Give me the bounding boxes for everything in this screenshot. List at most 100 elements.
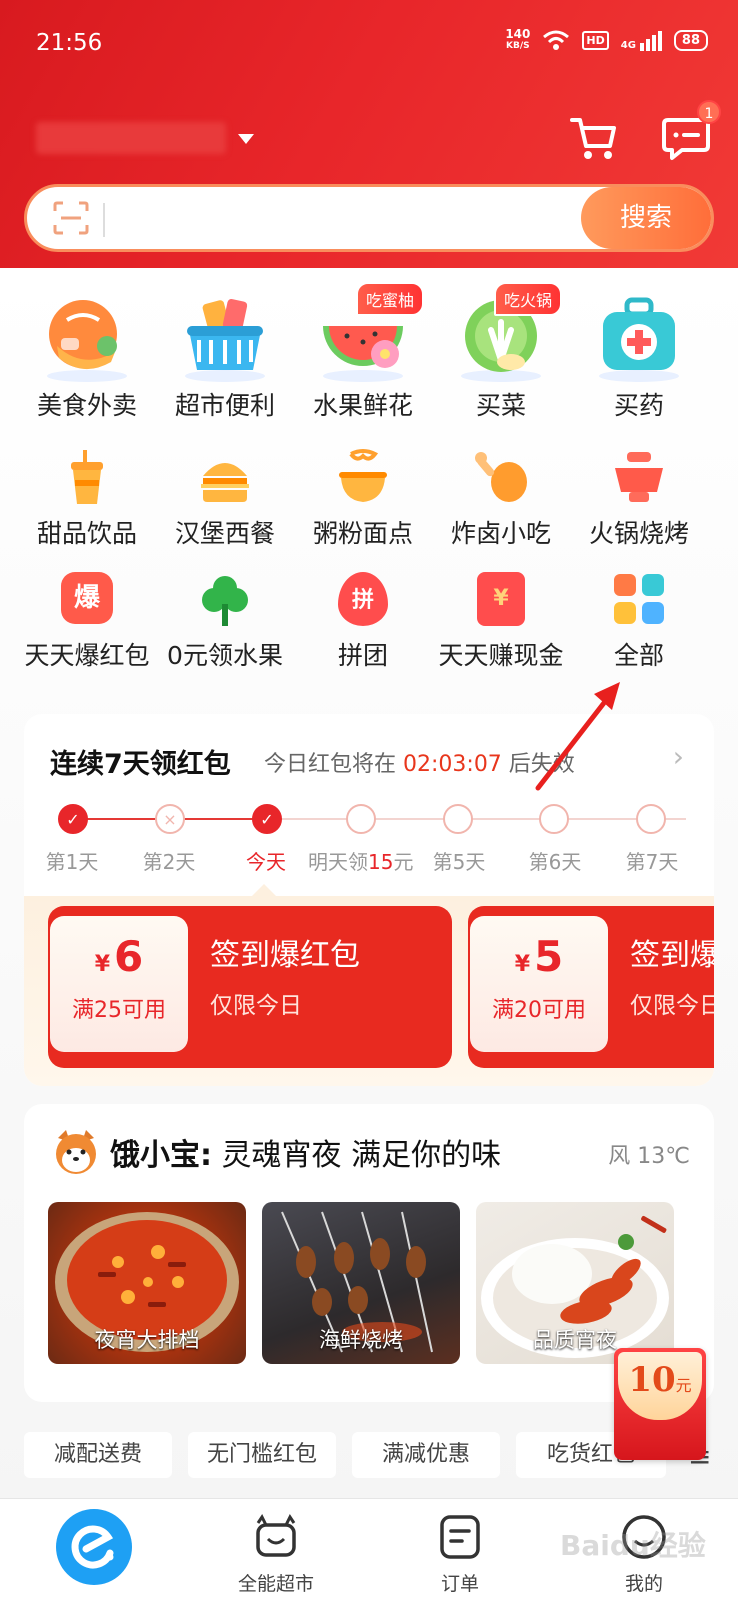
category-label: 0元领水果 [167, 641, 283, 670]
category-fried-snacks[interactable]: 炸卤小吃 [432, 448, 570, 550]
eleme-logo-icon [71, 1525, 114, 1569]
coupon-name: 签到爆红包 [210, 938, 360, 973]
category-label: 粥粉面点 [312, 519, 413, 548]
check-icon: ✓ [58, 804, 88, 834]
promo-tag: 吃蜜柚 [356, 282, 425, 316]
day-label: 第2天 [142, 850, 196, 874]
category-noodles[interactable]: 粥粉面点 [294, 448, 432, 550]
pointer-caret [252, 884, 276, 896]
category-label: 天天赚现金 [438, 641, 564, 670]
filter-chip[interactable]: 无门槛红包 [188, 1432, 336, 1478]
medicine-box-icon [599, 297, 679, 382]
watermark: Baidu经验 [560, 1529, 706, 1562]
tree-icon [202, 576, 248, 626]
hd-icon: HD [582, 30, 609, 50]
category-label: 拼团 [337, 641, 388, 670]
photo-label: 夜宵大排档 [94, 1328, 200, 1352]
check-icon: ✓ [252, 804, 282, 834]
search-divider [103, 203, 105, 237]
category-label: 汉堡西餐 [174, 519, 275, 548]
photo-tile[interactable]: 品质宵夜 [476, 1202, 674, 1364]
signal-icon: 4G [621, 29, 662, 51]
tab-supermarket[interactable]: 全能超市 [184, 1499, 368, 1600]
day-circle [539, 804, 569, 834]
group-buy-flame-icon: 拼 [338, 572, 388, 626]
coupon-value-panel: ¥5 满20可用 [470, 916, 608, 1052]
category-food-delivery[interactable]: 美食外卖 [18, 290, 156, 422]
coupon-condition: 满25可用 [72, 998, 166, 1023]
search-bar[interactable]: 搜索 [24, 184, 714, 252]
category-label: 买菜 [475, 391, 526, 420]
net-speed: 140 KB/S [505, 27, 531, 51]
category-drinks[interactable]: 甜品饮品 [18, 448, 156, 550]
tab-orders[interactable]: 订单 [368, 1499, 552, 1600]
caret-down-icon[interactable] [238, 134, 254, 144]
all-grid-icon [614, 574, 664, 624]
category-label: 美食外卖 [36, 391, 137, 420]
category-group-buy[interactable]: 拼 拼团 [294, 572, 432, 672]
category-red-packet[interactable]: 爆 天天爆红包 [16, 572, 158, 672]
coupon-amount: ¥5 [514, 932, 564, 981]
promo-tag: 吃火锅 [494, 282, 563, 316]
cart-icon[interactable] [568, 112, 620, 164]
night-snack-card[interactable]: 饿小宝: 灵魂宵夜 满足你的味 风 13℃ 夜宵大排档 海鲜烧烤 品质宵夜 [24, 1104, 714, 1402]
category-burger[interactable]: 汉堡西餐 [156, 448, 294, 550]
supermarket-basket-icon [185, 298, 265, 382]
search-input[interactable] [117, 197, 557, 239]
checkin-title: 连续7天领红包 [50, 749, 231, 780]
photo-tile[interactable]: 夜宵大排档 [48, 1202, 246, 1364]
scan-icon[interactable] [53, 201, 89, 235]
category-label: 超市便利 [174, 391, 275, 420]
category-label: 全部 [613, 641, 664, 670]
status-icons: 140 KB/S HD 4G 88 [505, 28, 708, 52]
category-label: 买药 [613, 391, 664, 420]
coupon-card[interactable]: ¥5 满20可用 签到爆红包 仅限今日 [468, 906, 714, 1068]
missed-icon: × [155, 804, 185, 834]
category-all[interactable]: 全部 [570, 572, 708, 672]
photo-tile[interactable]: 海鲜烧烤 [262, 1202, 460, 1364]
day-label-today: 今天 [246, 850, 286, 874]
coupon-scroller[interactable]: ¥6 满25可用 签到爆红包 仅限今日 ¥5 满20可用 签到爆红包 仅限今日 [24, 896, 714, 1086]
category-label: 炸卤小吃 [450, 519, 551, 548]
weather-text: 风 13℃ [608, 1144, 690, 1169]
coupon-amount: ¥6 [94, 932, 144, 981]
category-label: 火锅烧烤 [588, 519, 689, 548]
basket-face-icon [256, 1514, 296, 1557]
filter-chip[interactable]: 减配送费 [24, 1432, 172, 1478]
photo-label: 海鲜烧烤 [319, 1328, 403, 1352]
red-packet-face: 10元 [618, 1352, 702, 1420]
coupon-condition: 满20可用 [492, 998, 586, 1023]
countdown: 02:03:07 [403, 752, 502, 777]
location-selector[interactable] [36, 122, 226, 154]
search-button[interactable]: 搜索 [581, 187, 711, 249]
drumstick-icon [475, 452, 527, 502]
category-supermarket[interactable]: 超市便利 [156, 290, 294, 422]
drink-cup-icon [71, 450, 103, 504]
category-hotpot-bbq[interactable]: 火锅烧烤 [570, 448, 708, 550]
hotpot-icon [615, 452, 663, 502]
category-free-fruit[interactable]: 0元领水果 [156, 572, 294, 672]
status-time: 21:56 [36, 30, 103, 56]
category-medicine[interactable]: 买药 [570, 290, 708, 422]
home-tab[interactable] [56, 1509, 132, 1585]
message-badge: 1 [697, 100, 721, 124]
day-circle [443, 804, 473, 834]
night-snack-title: 饿小宝: 灵魂宵夜 满足你的味 [110, 1138, 502, 1173]
filter-chip[interactable]: 满减优惠 [352, 1432, 500, 1478]
battery-icon: 88 [673, 29, 708, 51]
day-circle [346, 804, 376, 834]
day-label: 第7天 [625, 850, 679, 874]
wifi-icon [543, 30, 570, 50]
category-label: 天天爆红包 [24, 641, 150, 670]
burger-icon [201, 463, 249, 502]
coupon-note: 仅限今日 [210, 993, 302, 1019]
noodle-bowl-icon [339, 449, 387, 502]
red-packet-icon: 爆 [61, 572, 113, 624]
floating-red-packet[interactable]: 10元 [614, 1348, 706, 1460]
mascot-dog-icon [56, 1130, 96, 1174]
category-earn-cash[interactable]: ¥ 天天赚现金 [432, 572, 570, 672]
chevron-right-icon[interactable]: › [673, 740, 684, 773]
coupon-value-panel: ¥6 满25可用 [50, 916, 188, 1052]
category-label: 甜品饮品 [36, 519, 137, 548]
coupon-card[interactable]: ¥6 满25可用 签到爆红包 仅限今日 [48, 906, 452, 1068]
